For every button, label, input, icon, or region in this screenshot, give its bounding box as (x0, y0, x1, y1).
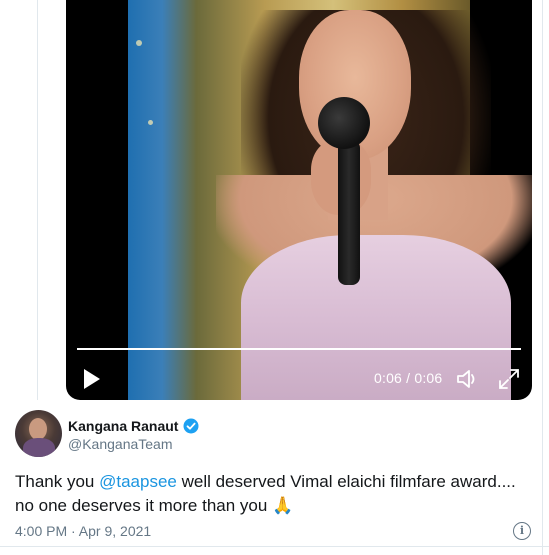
author-name-row: Kangana Ranaut (68, 418, 199, 434)
folded-hands-emoji: 🙏 (272, 496, 294, 515)
video-duration: 0:06 (414, 370, 443, 386)
play-icon (84, 369, 100, 389)
video-progress-fill (77, 348, 521, 350)
stage-light (148, 120, 153, 125)
info-icon: i (519, 524, 525, 537)
author-avatar[interactable] (15, 410, 62, 457)
fullscreen-icon (499, 369, 519, 389)
info-button[interactable]: i (513, 522, 531, 540)
tweet-text: Thank you @taapsee well deserved Vimal e… (15, 470, 530, 518)
microphone-head (318, 97, 370, 149)
mention-link[interactable]: @taapsee (99, 472, 177, 491)
author-handle[interactable]: @KanganaTeam (68, 436, 173, 452)
tweet-bottom-divider (0, 546, 549, 547)
timeline-divider-right (542, 0, 543, 555)
video-progress-bar[interactable] (77, 348, 521, 350)
stage-light (136, 40, 142, 46)
video-time-separator: / (402, 370, 415, 386)
timeline-divider-left (37, 0, 38, 400)
author-name[interactable]: Kangana Ranaut (68, 418, 178, 434)
verified-badge-icon (183, 418, 199, 434)
video-player[interactable]: 0:06 / 0:06 (66, 0, 532, 400)
tweet-timestamp[interactable]: 4:00 PM · Apr 9, 2021 (15, 523, 151, 539)
video-time: 0:06 / 0:06 (374, 370, 442, 386)
play-button[interactable] (82, 368, 102, 390)
volume-icon (457, 370, 475, 388)
fullscreen-button[interactable] (497, 367, 521, 391)
microphone-handle (338, 140, 360, 285)
video-current-time: 0:06 (374, 370, 403, 386)
volume-button[interactable] (455, 367, 481, 391)
tweet-text-start: Thank you (15, 472, 100, 491)
